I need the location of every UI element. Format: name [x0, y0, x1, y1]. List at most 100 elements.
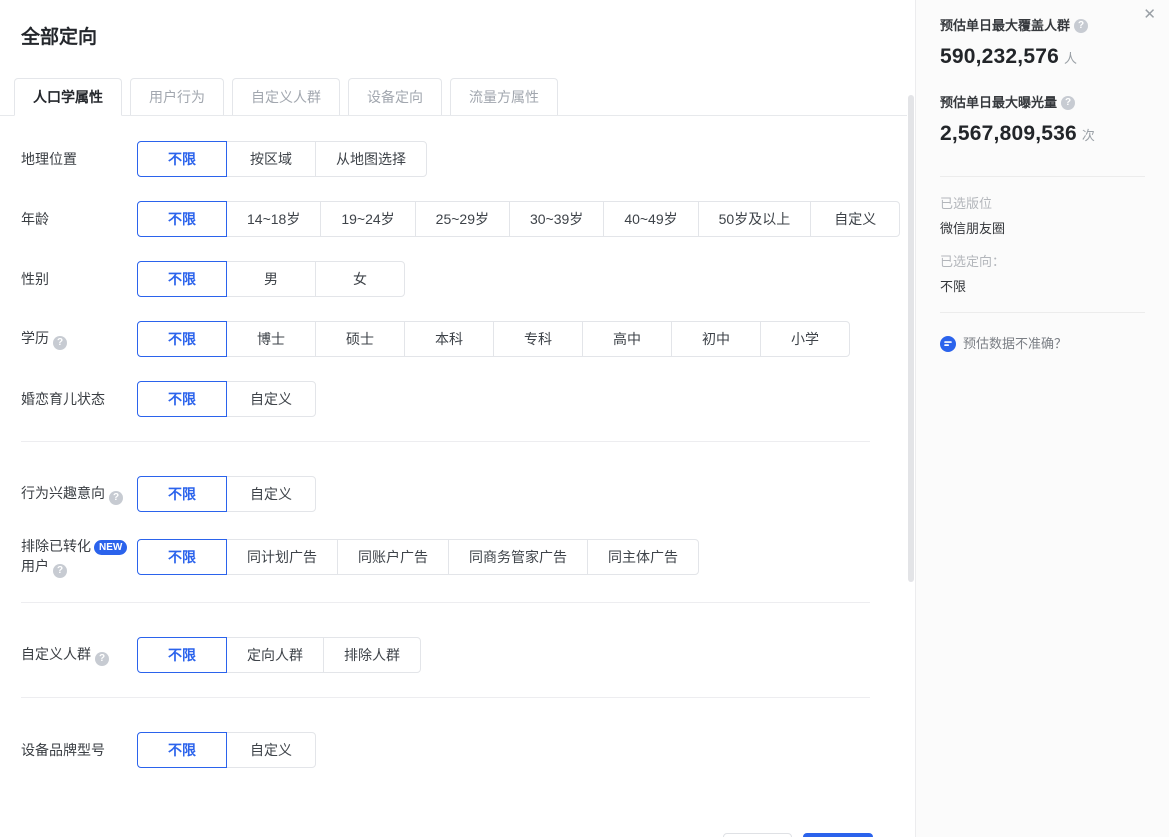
- coverage-number: 590,232,576: [940, 45, 1059, 68]
- exposure-stat-label-text: 预估单日最大曝光量: [940, 94, 1057, 112]
- row-label-text: 用户: [21, 558, 49, 574]
- segment-option[interactable]: 按区域: [226, 141, 316, 177]
- segment-option[interactable]: 25~29岁: [415, 201, 510, 237]
- section-divider: [21, 441, 870, 442]
- form-row: 设备品牌型号不限自定义: [21, 732, 915, 768]
- help-icon[interactable]: ?: [109, 491, 123, 505]
- targeting-form: 地理位置不限按区域从地图选择年龄不限14~18岁19~24岁25~29岁30~3…: [21, 141, 915, 768]
- row-label-text: 性别: [21, 271, 49, 287]
- coverage-stat: 预估单日最大覆盖人群 ? 590,232,576 人: [940, 17, 1145, 73]
- segment-option-selected[interactable]: 不限: [137, 321, 227, 357]
- segment-option[interactable]: 同计划广告: [226, 539, 338, 575]
- segment-option-selected[interactable]: 不限: [137, 261, 227, 297]
- tab-3[interactable]: 设备定向: [348, 78, 442, 115]
- form-row: 排除已转化NEW 用户? 不限同计划广告同账户广告同商务管家广告同主体广告: [21, 536, 915, 578]
- scrollbar-track[interactable]: [907, 0, 915, 837]
- form-row: 自定义人群?不限定向人群排除人群: [21, 637, 915, 673]
- row-label-text: 排除已转化: [21, 538, 91, 554]
- exposure-unit: 次: [1082, 128, 1095, 143]
- help-icon[interactable]: ?: [53, 564, 67, 578]
- segmented-control: 不限定向人群排除人群: [137, 637, 421, 673]
- row-label-text: 地理位置: [21, 151, 77, 167]
- segment-option[interactable]: 30~39岁: [509, 201, 604, 237]
- segment-option[interactable]: 同主体广告: [587, 539, 699, 575]
- tab-2[interactable]: 自定义人群: [232, 78, 340, 115]
- row-label: 行为兴趣意向?: [21, 483, 137, 505]
- primary-button[interactable]: [803, 833, 873, 837]
- segment-option[interactable]: 14~18岁: [226, 201, 321, 237]
- scrollbar-thumb[interactable]: [908, 95, 914, 582]
- form-row: 性别 不限男女: [21, 261, 915, 297]
- secondary-button[interactable]: [723, 833, 792, 837]
- segment-option[interactable]: 自定义: [226, 732, 316, 768]
- help-icon[interactable]: ?: [53, 336, 67, 350]
- tab-0-active[interactable]: 人口学属性: [14, 78, 122, 116]
- segment-option[interactable]: 小学: [760, 321, 850, 357]
- row-label-text: 婚恋育儿状态: [21, 391, 105, 407]
- segment-option[interactable]: 40~49岁: [603, 201, 698, 237]
- segment-option[interactable]: 硕士: [315, 321, 405, 357]
- segment-option[interactable]: 自定义: [226, 381, 316, 417]
- row-label-text: 年龄: [21, 211, 49, 227]
- new-badge: NEW: [94, 540, 127, 555]
- exposure-stat-label: 预估单日最大曝光量 ?: [940, 94, 1145, 112]
- segment-option[interactable]: 本科: [404, 321, 494, 357]
- segment-option[interactable]: 排除人群: [323, 637, 421, 673]
- selected-placement-label: 已选版位: [940, 195, 1145, 213]
- segmented-control: 不限男女: [137, 261, 405, 297]
- close-icon[interactable]: ✕: [1143, 7, 1156, 22]
- tab-1[interactable]: 用户行为: [130, 78, 224, 115]
- segment-option[interactable]: 女: [315, 261, 405, 297]
- segment-option[interactable]: 高中: [582, 321, 672, 357]
- row-label-text: 学历: [21, 330, 49, 346]
- segment-option[interactable]: 自定义: [810, 201, 900, 237]
- segmented-control: 不限自定义: [137, 732, 316, 768]
- segment-option[interactable]: 从地图选择: [315, 141, 427, 177]
- row-label: 性别: [21, 269, 137, 289]
- segment-option[interactable]: 19~24岁: [320, 201, 415, 237]
- segment-option-selected[interactable]: 不限: [137, 732, 227, 768]
- segment-option[interactable]: 男: [226, 261, 316, 297]
- tab-bar: 人口学属性用户行为自定义人群设备定向流量方属性: [0, 78, 915, 116]
- form-row: 婚恋育儿状态 不限自定义: [21, 381, 915, 417]
- feedback-link[interactable]: 预估数据不准确？: [940, 335, 1145, 353]
- segment-option-selected[interactable]: 不限: [137, 381, 227, 417]
- segmented-control: 不限自定义: [137, 476, 316, 512]
- segment-option-selected[interactable]: 不限: [137, 539, 227, 575]
- segment-option-selected[interactable]: 不限: [137, 141, 227, 177]
- segmented-control: 不限14~18岁19~24岁25~29岁30~39岁40~49岁50岁及以上自定…: [137, 201, 900, 237]
- segment-option[interactable]: 初中: [671, 321, 761, 357]
- segment-option[interactable]: 博士: [226, 321, 316, 357]
- coverage-unit: 人: [1064, 51, 1077, 66]
- row-label-text: 自定义人群: [21, 646, 91, 662]
- segment-option[interactable]: 50岁及以上: [698, 201, 812, 237]
- targeting-dialog: 全部定向 人口学属性用户行为自定义人群设备定向流量方属性 地理位置不限按区域从地…: [0, 0, 1169, 837]
- sidebar-divider: [940, 176, 1145, 177]
- segment-option[interactable]: 同账户广告: [337, 539, 449, 575]
- form-row: 年龄 不限14~18岁19~24岁25~29岁30~39岁40~49岁50岁及以上…: [21, 201, 915, 237]
- row-label: 年龄: [21, 209, 137, 229]
- estimate-sidebar: ✕ 预估单日最大覆盖人群 ? 590,232,576 人 预估单日最大曝光量 ? …: [915, 0, 1169, 837]
- form-row: 行为兴趣意向?不限自定义: [21, 476, 915, 512]
- segment-option[interactable]: 专科: [493, 321, 583, 357]
- help-icon[interactable]: ?: [95, 652, 109, 666]
- segment-option-selected[interactable]: 不限: [137, 476, 227, 512]
- segmented-control: 不限自定义: [137, 381, 316, 417]
- help-icon[interactable]: ?: [1061, 96, 1075, 110]
- row-label: 设备品牌型号: [21, 740, 137, 760]
- tab-4[interactable]: 流量方属性: [450, 78, 558, 115]
- exposure-stat: 预估单日最大曝光量 ? 2,567,809,536次: [940, 94, 1145, 150]
- segment-option-selected[interactable]: 不限: [137, 637, 227, 673]
- segmented-control: 不限博士硕士本科专科高中初中小学: [137, 321, 850, 357]
- segment-option[interactable]: 定向人群: [226, 637, 324, 673]
- segment-option[interactable]: 自定义: [226, 476, 316, 512]
- row-label: 婚恋育儿状态: [21, 389, 137, 409]
- section-divider: [21, 602, 870, 603]
- segment-option-selected[interactable]: 不限: [137, 201, 227, 237]
- help-icon[interactable]: ?: [1074, 19, 1088, 33]
- exposure-stat-value: 2,567,809,536次: [940, 120, 1145, 150]
- row-label: 学历?: [21, 328, 137, 350]
- row-label: 自定义人群?: [21, 644, 137, 666]
- coverage-stat-label-text: 预估单日最大覆盖人群: [940, 17, 1070, 35]
- segment-option[interactable]: 同商务管家广告: [448, 539, 588, 575]
